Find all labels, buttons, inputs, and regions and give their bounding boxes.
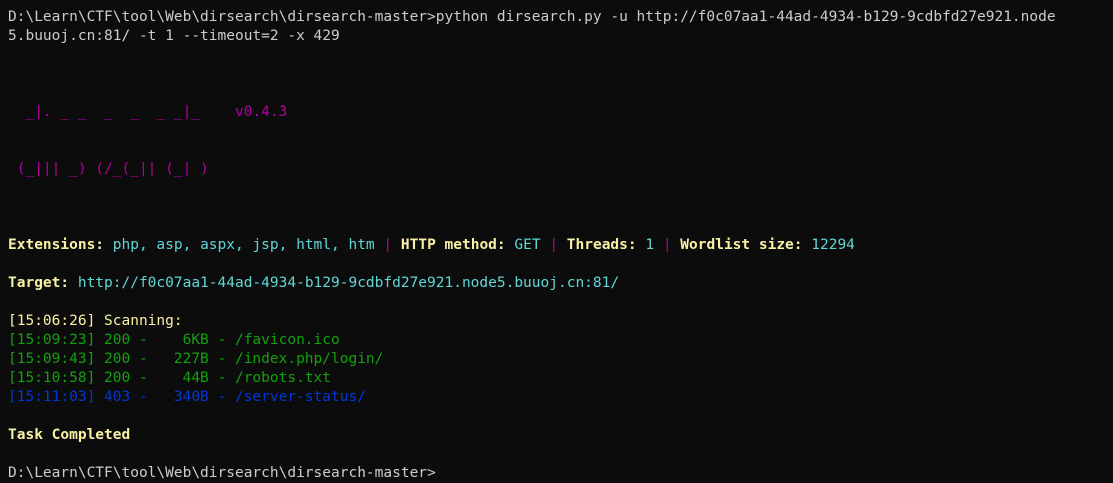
extensions-label: Extensions: xyxy=(8,237,105,253)
dirsearch-logo: _|. _ _ _ _ _ _|_ v0.4.3 (_||| _) (/_(_|… xyxy=(8,65,1105,217)
logo-row-2: (_||| _) (/_(_|| (_| ) xyxy=(8,161,235,177)
logo-art-1: _|. _ _ _ _ _ _|_ xyxy=(8,104,235,120)
target-label: Target: xyxy=(8,275,70,291)
result-row: [15:11:03] 403 - 340B - /server-status/ xyxy=(8,389,366,405)
separator: | xyxy=(662,237,672,253)
shell-prompt[interactable]: D:\Learn\CTF\tool\Web\dirsearch\dirsearc… xyxy=(8,464,1105,483)
http-method-label: HTTP method: xyxy=(400,237,506,253)
terminal-window[interactable]: D:\Learn\CTF\tool\Web\dirsearch\dirsearc… xyxy=(0,0,1113,481)
result-row: [15:09:23] 200 - 6KB - /favicon.ico xyxy=(8,332,340,348)
threads-label: Threads: xyxy=(566,237,637,253)
separator: | xyxy=(549,237,559,253)
logo-row-1: _|. _ _ _ _ _ _|_ v0.4.3 xyxy=(8,103,1105,122)
http-method-value: GET xyxy=(514,237,541,253)
scan-results: [15:09:23] 200 - 6KB - /favicon.ico [15:… xyxy=(8,331,1105,407)
wordlist-label: Wordlist size: xyxy=(680,237,803,253)
target-line: Target: http://f0c07aa1-44ad-4934-b129-9… xyxy=(8,274,1105,293)
threads-value: 1 xyxy=(645,237,655,253)
target-url: http://f0c07aa1-44ad-4934-b129-9cdbfd27e… xyxy=(77,275,620,291)
wordlist-value: 12294 xyxy=(811,237,855,253)
scan-header: [15:06:26] Scanning: xyxy=(8,313,183,329)
result-row: [15:09:43] 200 - 227B - /index.php/login… xyxy=(8,351,384,367)
separator: | xyxy=(383,237,393,253)
logo-version: v0.4.3 xyxy=(234,104,288,120)
task-completed: Task Completed xyxy=(8,427,131,443)
extensions-value: php, asp, aspx, jsp, html, htm xyxy=(112,237,375,253)
command-line-2: 5.buuoj.cn:81/ -t 1 --timeout=2 -x 429 xyxy=(8,28,340,44)
command-line-1: D:\Learn\CTF\tool\Web\dirsearch\dirsearc… xyxy=(8,9,1056,25)
result-row: [15:10:58] 200 - 44B - /robots.txt xyxy=(8,370,332,386)
config-line: Extensions: php, asp, aspx, jsp, html, h… xyxy=(8,236,1105,255)
